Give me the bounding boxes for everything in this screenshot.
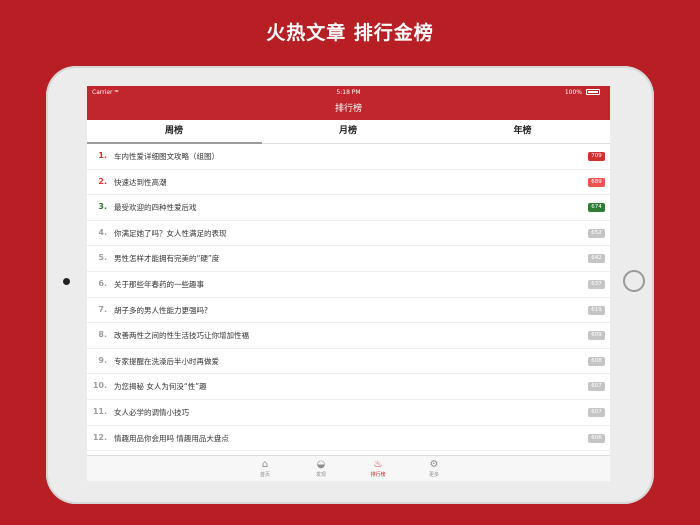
article-title: 快速达到性高潮 xyxy=(114,177,167,187)
tabbar-label: 更多 xyxy=(428,472,439,478)
period-tabs: 周榜 月榜 年榜 xyxy=(87,120,610,144)
list-item[interactable]: 6. 关于那些年春药的一些趣事 637 xyxy=(87,272,610,298)
article-title: 改善两性之间的性生活技巧让你增加性福 xyxy=(114,331,249,341)
battery-icon xyxy=(586,89,600,95)
view-count-badge: 609 xyxy=(588,331,605,341)
rank-number: 3. xyxy=(98,202,107,212)
battery-percent: 100% xyxy=(564,89,582,96)
tabbar-label: 排行榜 xyxy=(370,472,386,478)
article-title: 车内性爱详细图文攻略（组图） xyxy=(114,152,219,161)
tab-weekly[interactable]: 周榜 xyxy=(87,120,261,144)
tabbar-item-ranking[interactable]: ♨ 排行榜 xyxy=(358,458,398,478)
view-count-badge: 607 xyxy=(588,407,605,417)
list-item[interactable]: 4. 你满足她了吗？女人性满足的表现 652 xyxy=(87,221,610,247)
rank-number: 10. xyxy=(92,381,107,391)
rank-number: 9. xyxy=(98,355,107,365)
view-count-badge: 674 xyxy=(588,203,605,213)
flame-icon: ♨ xyxy=(373,459,383,470)
article-title: 你满足她了吗？女人性满足的表现 xyxy=(114,228,227,238)
tab-yearly[interactable]: 年榜 xyxy=(435,120,610,144)
view-count-badge: 619 xyxy=(588,305,605,315)
rank-number: 8. xyxy=(98,330,107,340)
tabbar-label: 首页 xyxy=(259,472,270,478)
view-count-badge: 709 xyxy=(588,152,605,161)
tabbar-item-home[interactable]: ⌂ 首页 xyxy=(245,458,285,478)
list-item[interactable]: 8. 改善两性之间的性生活技巧让你增加性福 609 xyxy=(87,323,610,349)
ranking-list: 1. 车内性爱详细图文攻略（组图） 709 2. 快速达到性高潮 689 3. … xyxy=(87,144,610,452)
article-title: 关于那些年春药的一些趣事 xyxy=(114,279,204,289)
camera-dot xyxy=(63,278,70,285)
list-item[interactable]: 1. 车内性爱详细图文攻略（组图） 709 xyxy=(87,144,610,170)
article-title: 专家提醒在洗澡后半小时再做爱 xyxy=(114,356,219,366)
rank-number: 1. xyxy=(98,151,107,160)
view-count-badge: 606 xyxy=(588,433,605,443)
discover-icon: ◒ xyxy=(316,459,326,470)
tabbar-item-discover[interactable]: ◒ 发现 xyxy=(301,458,341,478)
list-item[interactable]: 2. 快速达到性高潮 689 xyxy=(87,170,610,196)
home-icon: ⌂ xyxy=(261,459,269,470)
list-item[interactable]: 9. 专家提醒在洗澡后半小时再做爱 608 xyxy=(87,349,610,375)
view-count-badge: 608 xyxy=(588,356,605,366)
rank-number: 6. xyxy=(98,278,107,288)
list-item[interactable]: 7. 胡子多的男人性能力更强吗? 619 xyxy=(87,298,610,324)
article-title: 胡子多的男人性能力更强吗? xyxy=(114,305,208,315)
tabbar-label: 发现 xyxy=(315,472,326,478)
article-title: 女人必学的调情小技巧 xyxy=(114,407,189,417)
rank-number: 12. xyxy=(92,432,107,442)
view-count-badge: 637 xyxy=(588,279,605,289)
status-time: 5:18 PM xyxy=(336,89,361,96)
nav-title: 排行榜 xyxy=(87,99,610,120)
article-title: 情趣用品你会用吗 情趣用品大盘点 xyxy=(114,433,229,443)
rank-number: 5. xyxy=(98,253,107,263)
view-count-badge: 642 xyxy=(588,254,605,264)
list-item[interactable]: 12. 情趣用品你会用吗 情趣用品大盘点 606 xyxy=(87,426,610,452)
rank-number: 2. xyxy=(98,176,107,186)
home-button xyxy=(623,270,645,292)
bottom-tab-bar: ⌂ 首页 ◒ 发现 ♨ 排行榜 ⚙ 更多 xyxy=(87,455,610,481)
rank-number: 11. xyxy=(92,406,107,416)
article-title: 为您揭秘 女人为何没“性”趣 xyxy=(114,382,207,392)
settings-icon: ⚙ xyxy=(429,459,439,470)
article-title: 最受欢迎的四种性爱后戏 xyxy=(114,203,197,213)
rank-number: 7. xyxy=(98,304,107,314)
list-item[interactable]: 3. 最受欢迎的四种性爱后戏 674 xyxy=(87,195,610,221)
view-count-badge: 607 xyxy=(588,382,605,392)
list-item[interactable]: 10. 为您揭秘 女人为何没“性”趣 607 xyxy=(87,374,610,400)
view-count-badge: 689 xyxy=(588,177,605,187)
rank-number: 4. xyxy=(98,227,107,237)
page-headline: 火热文章 排行金榜 xyxy=(266,22,434,44)
tab-monthly[interactable]: 月榜 xyxy=(261,120,435,144)
list-item[interactable]: 11. 女人必学的调情小技巧 607 xyxy=(87,400,610,426)
app-screen: Carrier ≈ 5:18 PM 100% 排行榜 周榜 月榜 年榜 1. 车… xyxy=(87,86,610,481)
list-item[interactable]: 5. 男性怎样才能拥有完美的“硬”度 642 xyxy=(87,246,610,272)
status-bar: Carrier ≈ 5:18 PM 100% xyxy=(87,86,610,99)
article-title: 男性怎样才能拥有完美的“硬”度 xyxy=(114,254,220,264)
view-count-badge: 652 xyxy=(588,228,605,238)
tabbar-item-more[interactable]: ⚙ 更多 xyxy=(414,458,454,478)
